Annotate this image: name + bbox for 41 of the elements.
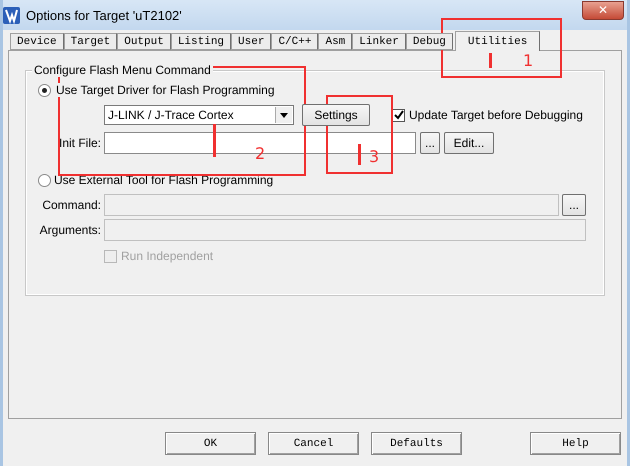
tab[interactable]: C/C++ xyxy=(271,33,318,50)
field-label: Command: xyxy=(41,198,102,212)
window-title: Options for Target 'uT2102' xyxy=(26,8,182,22)
dialog-button[interactable]: Help xyxy=(530,432,621,455)
tab[interactable]: Device xyxy=(10,33,64,50)
tab[interactable]: Utilities xyxy=(454,31,540,51)
tab[interactable]: Asm xyxy=(318,33,352,50)
field-label: Arguments: xyxy=(38,223,102,237)
dialog-button[interactable]: OK xyxy=(165,432,256,455)
caret-icon xyxy=(275,107,292,123)
dialog-button[interactable]: Defaults xyxy=(371,432,462,455)
radio-button[interactable] xyxy=(38,174,51,186)
radio-label: Use External Tool for Flash Programming xyxy=(54,173,274,187)
dialog-button[interactable]: Cancel xyxy=(268,432,359,455)
checkbox[interactable] xyxy=(392,108,405,122)
annotation-mark xyxy=(358,144,361,165)
tab[interactable]: Debug xyxy=(406,33,453,50)
checkbox-label: Update Target before Debugging xyxy=(409,108,583,122)
annotation-mark xyxy=(489,53,492,68)
browse-button[interactable]: ... xyxy=(562,194,586,216)
annotation-number: 3 xyxy=(369,147,380,166)
settings-button[interactable]: Settings xyxy=(302,104,370,126)
command-field[interactable] xyxy=(104,194,559,216)
tab[interactable]: Output xyxy=(117,33,171,50)
app-icon xyxy=(3,6,20,24)
field-label: Init File: xyxy=(58,136,102,150)
tab[interactable]: Linker xyxy=(352,33,406,50)
tab[interactable]: Target xyxy=(64,33,118,50)
group-title: Configure Flash Menu Command xyxy=(32,63,213,77)
radio-label: Use Target Driver for Flash Programming xyxy=(54,83,275,97)
tab[interactable]: User xyxy=(231,33,272,50)
edit-button[interactable]: Edit... xyxy=(444,132,494,154)
radio-button[interactable] xyxy=(38,84,51,96)
checkbox-label: Run Independent xyxy=(121,249,214,263)
annotation-number: 1 xyxy=(523,51,534,70)
arguments-field[interactable] xyxy=(104,219,586,241)
driver-dropdown[interactable]: J-LINK / J-Trace Cortex xyxy=(104,105,294,125)
annotation-number: 2 xyxy=(255,144,266,163)
annotation-mark xyxy=(213,124,216,157)
browse-button[interactable]: ... xyxy=(420,132,440,154)
tab[interactable]: Listing xyxy=(170,33,232,50)
